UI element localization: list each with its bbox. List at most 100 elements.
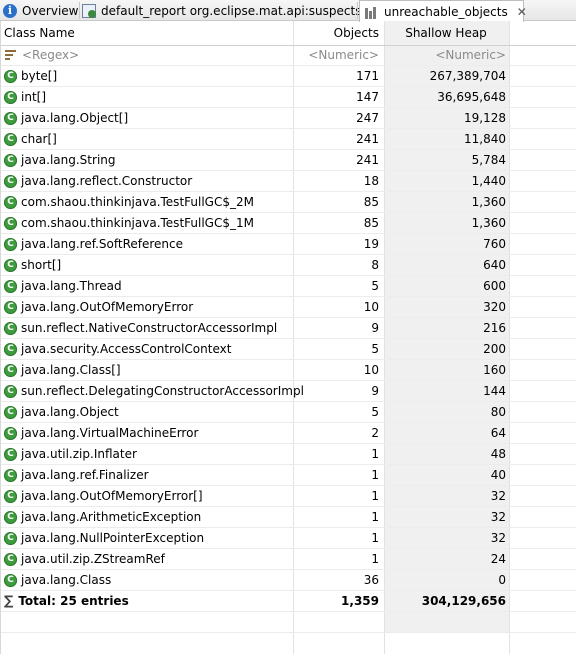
table-row[interactable]: Cjava.lang.Object 5 80 — [1, 402, 576, 423]
shallow-heap-cell: 1,360 — [471, 216, 506, 230]
class-name-cell: Cjava.lang.NullPointerException — [4, 528, 292, 548]
column-header-class-name[interactable]: Class Name — [4, 21, 292, 45]
shallow-heap-filter[interactable]: <Numeric> — [386, 45, 506, 65]
objects-cell: 8 — [371, 258, 379, 272]
table-row[interactable]: Cjava.lang.VirtualMachineError 2 64 — [1, 423, 576, 444]
tab-overview[interactable]: i Overview — [3, 0, 80, 21]
column-header-shallow-heap[interactable]: Shallow Heap — [386, 21, 506, 45]
class-name: char[] — [21, 132, 57, 146]
filter-row: <Regex> <Numeric> <Numeric> — [1, 45, 576, 66]
class-icon: C — [4, 321, 17, 335]
class-name-cell: Cjava.security.AccessControlContext — [4, 339, 292, 359]
table-row[interactable]: Cbyte[] 171 267,389,704 — [1, 66, 576, 87]
table-row[interactable]: Cjava.lang.ref.Finalizer 1 40 — [1, 465, 576, 486]
histogram-icon — [365, 5, 379, 19]
table-row[interactable]: Cjava.lang.Thread 5 600 — [1, 276, 576, 297]
objects-cell: 247 — [356, 111, 379, 125]
table-row[interactable]: Cjava.lang.ArithmeticException 1 32 — [1, 507, 576, 528]
shallow-heap-cell: 0 — [498, 573, 506, 587]
class-name-cell: Cjava.lang.ArithmeticException — [4, 507, 292, 527]
class-name: java.lang.String — [21, 153, 116, 167]
objects-cell: 1 — [371, 510, 379, 524]
class-icon: C — [4, 405, 17, 419]
shallow-heap-cell: 200 — [483, 342, 506, 356]
objects-cell: 1 — [371, 489, 379, 503]
shallow-heap-cell: 32 — [490, 510, 506, 524]
close-icon[interactable]: ✕ — [517, 5, 527, 19]
class-icon: C — [4, 90, 17, 104]
class-icon: C — [4, 69, 17, 83]
table-row[interactable]: Cjava.util.zip.ZStreamRef 1 24 — [1, 549, 576, 570]
column-header-objects[interactable]: Objects — [295, 21, 379, 45]
objects-cell: 1 — [371, 552, 379, 566]
tab-default-report[interactable]: default_report org.eclipse.mat.api:suspe… — [80, 0, 361, 21]
shallow-heap-cell: 5,784 — [471, 153, 506, 167]
table-row[interactable]: Cjava.util.zip.Inflater 1 48 — [1, 444, 576, 465]
class-name-cell: Cjava.lang.Object[] — [4, 108, 292, 128]
objects-cell: 85 — [363, 195, 379, 209]
class-name-cell: Cjava.lang.String — [4, 150, 292, 170]
total-label: Total: 25 entries — [18, 594, 129, 608]
total-objects: 1,359 — [341, 594, 379, 608]
class-name-cell: Cjava.util.zip.Inflater — [4, 444, 292, 464]
table-row[interactable]: Cchar[] 241 11,840 — [1, 129, 576, 150]
table-row[interactable]: Cjava.lang.Class 36 0 — [1, 570, 576, 591]
shallow-heap-cell: 1,360 — [471, 195, 506, 209]
class-name-cell: Cjava.lang.Class — [4, 570, 292, 590]
class-icon: C — [4, 300, 17, 314]
shallow-heap-cell: 32 — [490, 489, 506, 503]
shallow-heap-cell: 267,389,704 — [429, 69, 506, 83]
objects-cell: 9 — [371, 321, 379, 335]
class-name: java.lang.Object — [21, 405, 119, 419]
table-row[interactable]: Cjava.security.AccessControlContext 5 200 — [1, 339, 576, 360]
class-icon: C — [4, 426, 17, 440]
class-name-cell: Cchar[] — [4, 129, 292, 149]
class-name: java.lang.OutOfMemoryError[] — [21, 489, 203, 503]
class-icon: C — [4, 258, 17, 272]
tab-unreachable-objects[interactable]: unreachable_objects ✕ — [359, 0, 527, 22]
table-row[interactable]: Csun.reflect.DelegatingConstructorAccess… — [1, 381, 576, 402]
table-row[interactable]: Ccom.shaou.thinkinjava.TestFullGC$_1M 85 1… — [1, 213, 576, 234]
table-row[interactable]: Cjava.lang.Class[] 10 160 — [1, 360, 576, 381]
class-icon: C — [4, 279, 17, 293]
class-name: java.lang.Object[] — [21, 111, 129, 125]
class-name: java.lang.ref.Finalizer — [21, 468, 149, 482]
table-row[interactable]: Csun.reflect.NativeConstructorAccessorIm… — [1, 318, 576, 339]
shallow-heap-cell: 144 — [483, 384, 506, 398]
shallow-heap-cell: 24 — [490, 552, 506, 566]
class-name: java.util.zip.Inflater — [21, 447, 137, 461]
class-icon: C — [4, 174, 17, 188]
table-row[interactable]: Cjava.lang.reflect.Constructor 18 1,440 — [1, 171, 576, 192]
table-row[interactable]: Cjava.lang.Object[] 247 19,128 — [1, 108, 576, 129]
class-name-cell: Cjava.lang.Thread — [4, 276, 292, 296]
table-row[interactable]: Ccom.shaou.thinkinjava.TestFullGC$_2M 85 1… — [1, 192, 576, 213]
class-name: int[] — [21, 90, 47, 104]
shallow-heap-cell: 760 — [483, 237, 506, 251]
class-name-filter[interactable]: <Regex> — [4, 45, 292, 65]
table-row[interactable]: Cshort[] 8 640 — [1, 255, 576, 276]
shallow-heap-cell: 64 — [490, 426, 506, 440]
table-row[interactable]: Cint[] 147 36,695,648 — [1, 87, 576, 108]
class-name-cell: Cjava.lang.Class[] — [4, 360, 292, 380]
shallow-heap-cell: 80 — [490, 405, 506, 419]
class-name-cell: Cjava.lang.OutOfMemoryError[] — [4, 486, 292, 506]
table-row[interactable]: Cjava.lang.OutOfMemoryError 10 320 — [1, 297, 576, 318]
table-row[interactable]: Cjava.lang.NullPointerException 1 32 — [1, 528, 576, 549]
class-name: short[] — [21, 258, 62, 272]
class-icon: C — [4, 489, 17, 503]
shallow-heap-cell: 40 — [490, 468, 506, 482]
class-name: java.lang.ref.SoftReference — [21, 237, 184, 251]
class-name: sun.reflect.NativeConstructorAccessorImp… — [21, 321, 278, 335]
table-row[interactable]: Cjava.lang.ref.SoftReference 19 760 — [1, 234, 576, 255]
table-row[interactable]: Cjava.lang.OutOfMemoryError[] 1 32 — [1, 486, 576, 507]
class-name-cell: Ccom.shaou.thinkinjava.TestFullGC$_1M — [4, 213, 292, 233]
objects-cell: 2 — [371, 426, 379, 440]
table-row[interactable]: Cjava.lang.String 241 5,784 — [1, 150, 576, 171]
objects-cell: 18 — [363, 174, 379, 188]
objects-cell: 241 — [356, 132, 379, 146]
class-icon: C — [4, 216, 17, 230]
table-header: Class Name Objects Shallow Heap — [1, 21, 576, 46]
class-name-cell: Csun.reflect.DelegatingConstructorAccess… — [4, 381, 304, 401]
objects-filter[interactable]: <Numeric> — [295, 45, 379, 65]
class-name-cell: Csun.reflect.NativeConstructorAccessorIm… — [4, 318, 292, 338]
